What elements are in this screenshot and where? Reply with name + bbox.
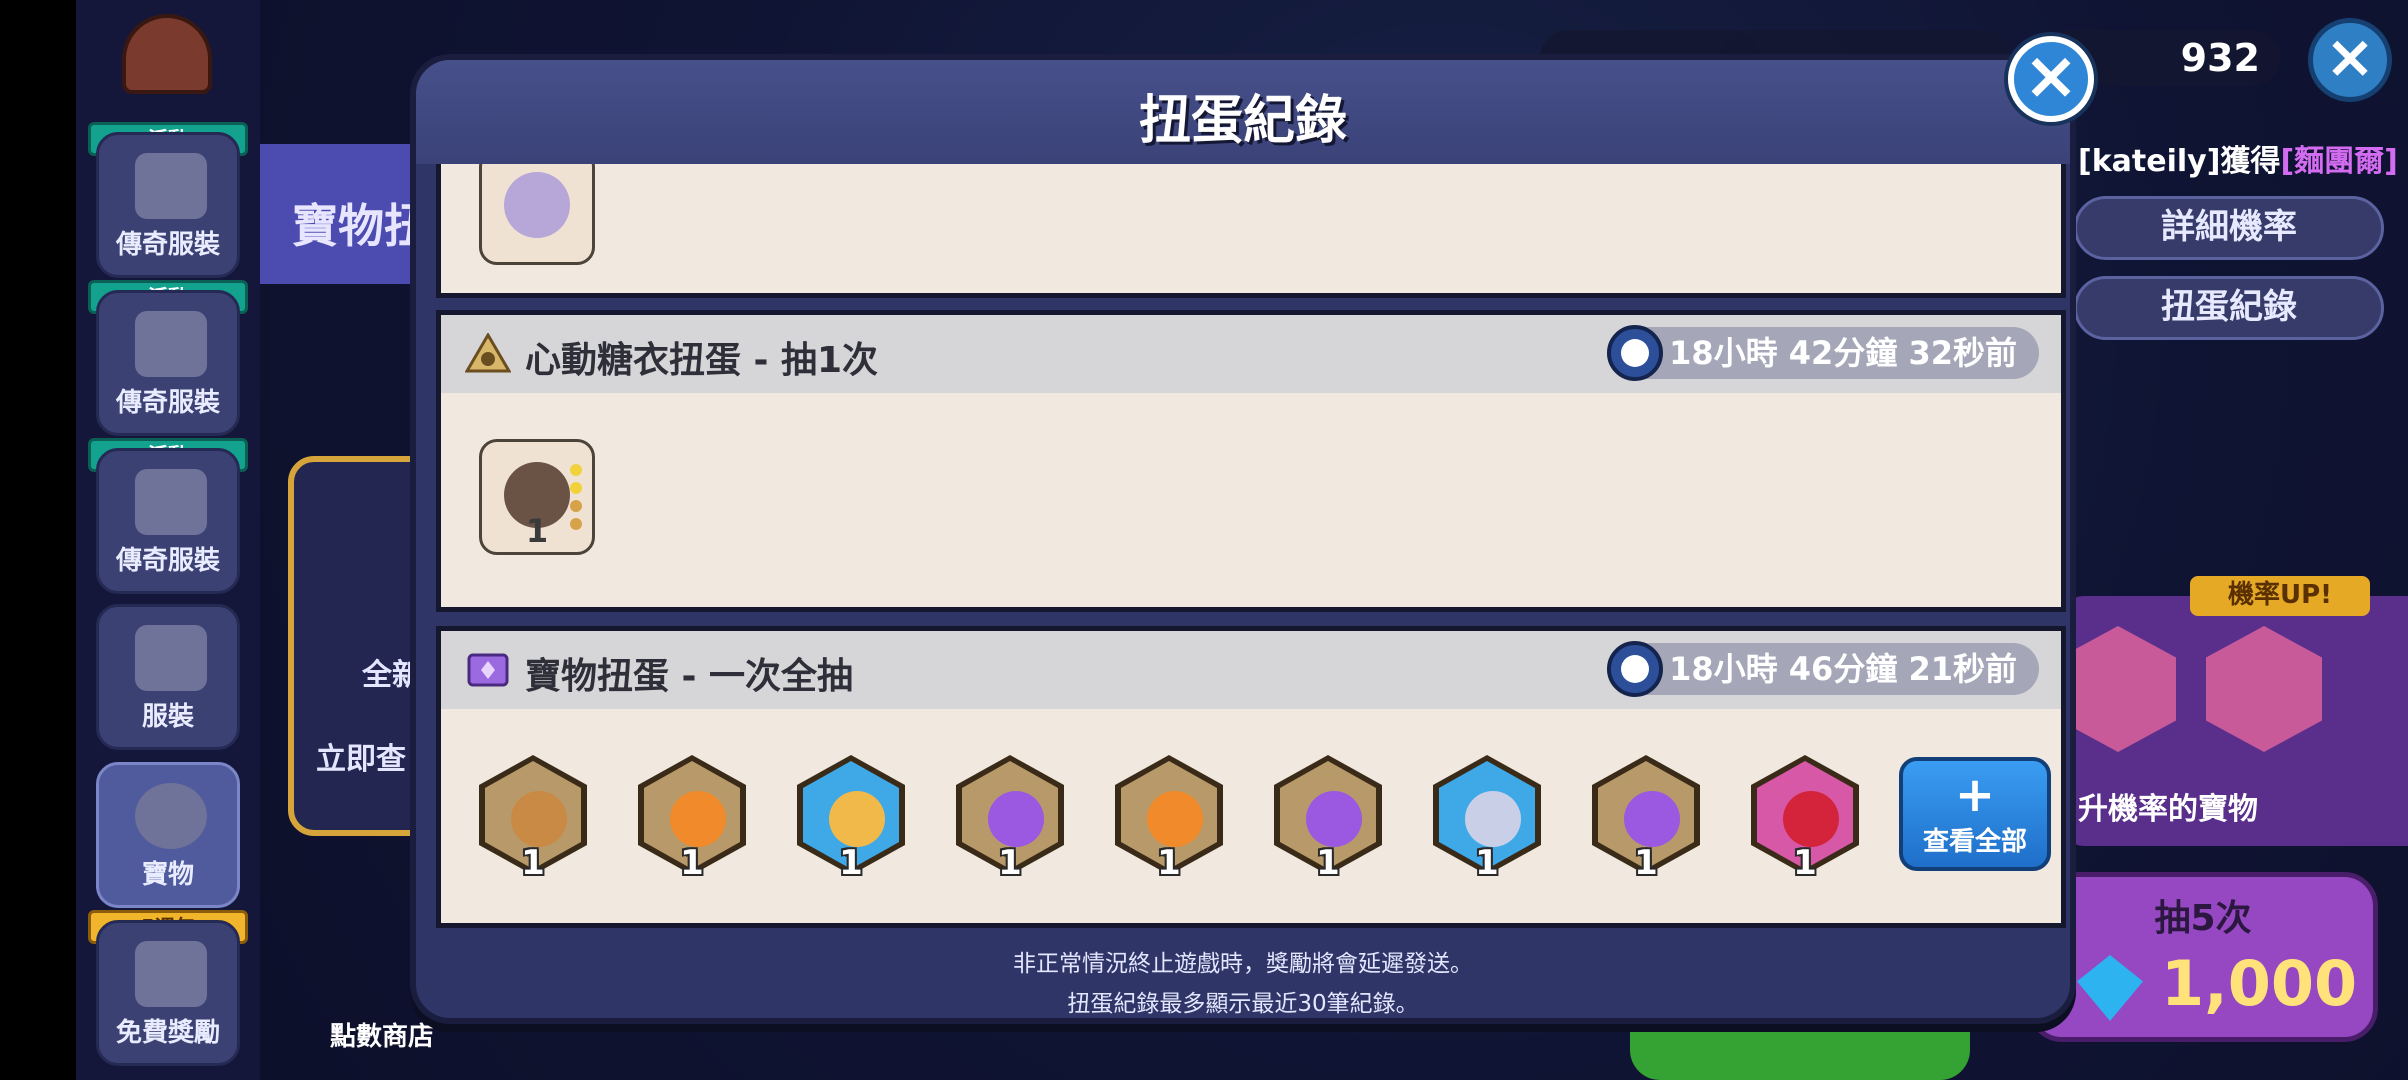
shirt-icon	[135, 469, 207, 535]
sidebar-item-label: 服裝	[141, 702, 194, 732]
sidebar-item-label: 傳奇服裝	[115, 230, 220, 260]
item-slot[interactable]	[479, 164, 595, 265]
hexagon-icon	[135, 783, 207, 849]
item-count: 1	[1634, 843, 1658, 883]
draw-5-label: 抽5次	[2154, 898, 2252, 939]
item-count: 1	[998, 843, 1022, 883]
item-count: 1	[1475, 843, 1499, 883]
item-count: 1	[1316, 843, 1340, 883]
sidebar: 活動 傳奇服裝 活動 傳奇服裝 活動 傳奇服裝 服裝 寶物 5週年 免費獎勵	[76, 0, 260, 1080]
point-shop-label[interactable]: 點數商店	[330, 1016, 434, 1053]
costume-piece-icon	[504, 172, 570, 238]
treasure-chest-icon	[511, 791, 567, 847]
magic-wand-icon	[829, 791, 885, 847]
sidebar-item-label: 寶物	[141, 860, 194, 890]
purple-shard-icon	[1624, 791, 1680, 847]
footer-note: 非正常情況終止遊戲時，獎勵將會延遲發送。	[1013, 951, 1473, 977]
clock-icon	[1607, 325, 1664, 381]
detailed-rate-button[interactable]: 詳細機率	[2074, 196, 2384, 260]
gacha-record-modal: 扭蛋紀錄 × 心動糖衣扭蛋 - 抽1次 18小時 42分鐘 32秒前 1 寶物扭…	[410, 36, 2094, 1024]
record-header: 心動糖衣扭蛋 - 抽1次 18小時 42分鐘 32秒前	[441, 315, 2061, 393]
footer-note: 扭蛋紀錄最多顯示最近30筆紀錄。	[1067, 991, 1419, 1017]
purple-shard-icon	[988, 791, 1044, 847]
treasure-ticket-icon	[467, 653, 509, 687]
record-time: 18小時 46分鐘 21秒前	[1607, 641, 2039, 697]
gacha-ticket-icon	[465, 333, 511, 373]
item-slot[interactable]: 1	[479, 439, 595, 555]
draw-5-cost: 1,000	[2161, 947, 2358, 1020]
modal-title: 扭蛋紀錄	[1138, 91, 1347, 151]
close-icon[interactable]: ×	[2308, 18, 2392, 102]
record-title: 心動糖衣扭蛋 - 抽1次	[525, 340, 879, 381]
rate-up-badge: 機率UP!	[2190, 576, 2370, 616]
sidebar-item-costume[interactable]: 服裝	[96, 604, 240, 750]
background-button	[1630, 1016, 1970, 1080]
record-header: 寶物扭蛋 - 一次全抽 18小時 46分鐘 21秒前	[441, 631, 2061, 709]
sidebar-item-legendary-costume[interactable]: 傳奇服裝	[96, 290, 240, 436]
close-icon[interactable]: ×	[2008, 36, 2094, 122]
scroll-icon	[1465, 791, 1521, 847]
item-count: 1	[1793, 843, 1817, 883]
acquisition-ticker: [kateily]獲得[麵團爾]	[2078, 144, 2398, 179]
sidebar-item-legendary-costume[interactable]: 傳奇服裝	[96, 132, 240, 278]
view-all-button[interactable]: + 查看全部	[1899, 757, 2051, 871]
record-card	[436, 164, 2066, 298]
crystal-icon	[2077, 955, 2143, 1021]
orange-jelly-icon	[670, 791, 726, 847]
screen-edge	[0, 0, 76, 1080]
background-banner: 寶物扭	[260, 144, 430, 284]
orange-jelly-icon	[1147, 791, 1203, 847]
item-count: 1	[525, 512, 549, 550]
sidebar-item-label: 免費獎勵	[115, 1018, 220, 1048]
item-count: 1	[521, 843, 545, 883]
record-list[interactable]: 心動糖衣扭蛋 - 抽1次 18小時 42分鐘 32秒前 1 寶物扭蛋 - 一次全…	[432, 164, 2072, 984]
sidebar-item-free-reward[interactable]: 免費獎勵	[96, 920, 240, 1066]
background-card-text: 立即查	[316, 742, 406, 777]
item-count: 1	[1157, 843, 1181, 883]
shirt-icon	[135, 153, 207, 219]
purple-shard-icon	[1306, 791, 1362, 847]
view-all-label: 查看全部	[1922, 827, 2027, 857]
record-card: 心動糖衣扭蛋 - 抽1次 18小時 42分鐘 32秒前 1	[436, 310, 2066, 612]
item-count: 1	[680, 843, 704, 883]
record-time: 18小時 42分鐘 32秒前	[1607, 325, 2039, 381]
record-title: 寶物扭蛋 - 一次全抽	[525, 656, 854, 697]
shirt-icon	[135, 625, 207, 691]
modal-header: 扭蛋紀錄	[416, 60, 2070, 164]
sidebar-item-label: 傳奇服裝	[115, 388, 220, 418]
rate-up-text: 升機率的寶物	[2078, 792, 2258, 827]
oven-icon[interactable]	[122, 14, 212, 94]
draw-5-button[interactable]: 抽5次 1,000	[2028, 872, 2378, 1042]
sidebar-item-label: 傳奇服裝	[115, 546, 220, 576]
plus-icon: +	[1954, 767, 1996, 823]
gacha-record-button[interactable]: 扭蛋紀錄	[2074, 276, 2384, 340]
sidebar-item-treasure[interactable]: 寶物	[96, 762, 240, 908]
gift-icon	[135, 941, 207, 1007]
shirt-icon	[135, 311, 207, 377]
record-card: 寶物扭蛋 - 一次全抽 18小時 46分鐘 21秒前 1 1 1 1 1 1 1 1 1 + 查…	[436, 626, 2066, 928]
sidebar-item-legendary-costume[interactable]: 傳奇服裝	[96, 448, 240, 594]
item-count: 1	[839, 843, 863, 883]
clock-icon	[1607, 641, 1664, 697]
red-dragon-icon	[1783, 791, 1839, 847]
